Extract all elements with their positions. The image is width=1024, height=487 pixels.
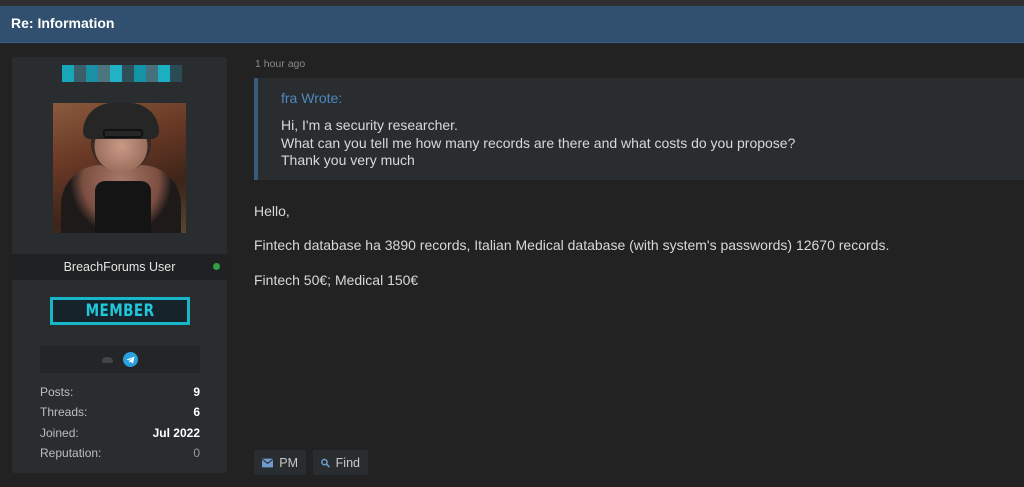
stat-label: Joined: [40,425,79,440]
telegram-icon[interactable] [123,352,138,367]
rank-badge-label: MEMBER [85,301,155,321]
thread-title: Re: Information [11,15,115,31]
search-icon [321,458,330,467]
stat-value[interactable]: 0 [193,446,200,460]
message-line: Hello, [254,203,290,219]
avatar-shirt-shape [95,181,151,233]
username-pixel [122,65,134,82]
username-pixel [62,65,74,82]
quote-line: Thank you very much [281,152,415,168]
stat-reputation: Reputation: 0 [40,444,200,464]
username-pixel [86,65,98,82]
stat-threads: Threads: 6 [40,403,200,423]
user-stats: Posts: 9 Threads: 6 Joined: Jul 2022 Rep… [40,383,200,464]
stat-value[interactable]: 9 [193,385,200,399]
username-pixel [158,65,170,82]
username-pixelated[interactable] [62,65,182,82]
stat-posts: Posts: 9 [40,383,200,403]
message-line: Fintech database ha 3890 records, Italia… [254,237,890,253]
username-pixel [134,65,146,82]
message-line: Fintech 50€; Medical 150€ [254,272,419,288]
rank-badge: MEMBER [50,297,190,325]
username-pixel [74,65,86,82]
stat-joined: Joined: Jul 2022 [40,424,200,444]
paper-plane-glyph [126,356,135,363]
quote-block: fra Wrote: Hi, I'm a security researcher… [254,78,1024,180]
quote-author[interactable]: fra Wrote: [281,90,342,106]
stat-label: Reputation: [40,445,102,460]
user-group-label: BreachForums User [63,260,176,274]
contact-icons-row [40,346,200,373]
avatar-glasses-shape [103,129,143,138]
stat-label: Threads: [40,405,88,420]
pm-button[interactable]: PM [254,450,306,475]
quote-text: Hi, I'm a security researcher. What can … [281,117,795,170]
quote-line: What can you tell me how many records ar… [281,134,796,151]
stat-value[interactable]: 6 [193,405,200,419]
hat-icon[interactable] [102,356,113,363]
username-pixel [146,65,158,82]
user-group-row: BreachForums User [12,254,227,280]
find-button-label: Find [335,455,360,470]
author-profile-card: BreachForums User MEMBER Posts: 9 Thread… [12,57,227,473]
envelope-icon [262,458,274,467]
pm-button-label: PM [279,455,298,470]
quote-line: Hi, I'm a security researcher. [281,117,458,133]
thread-header: Re: Information [0,6,1024,43]
find-button[interactable]: Find [313,450,368,475]
online-status-dot [213,263,220,270]
stat-label: Posts: [40,385,74,399]
avatar[interactable] [53,103,186,233]
username-pixel [98,65,110,82]
stat-value: Jul 2022 [152,425,200,440]
username-pixel [110,65,122,82]
post-timestamp: 1 hour ago [255,58,306,70]
username-pixel [170,65,182,82]
